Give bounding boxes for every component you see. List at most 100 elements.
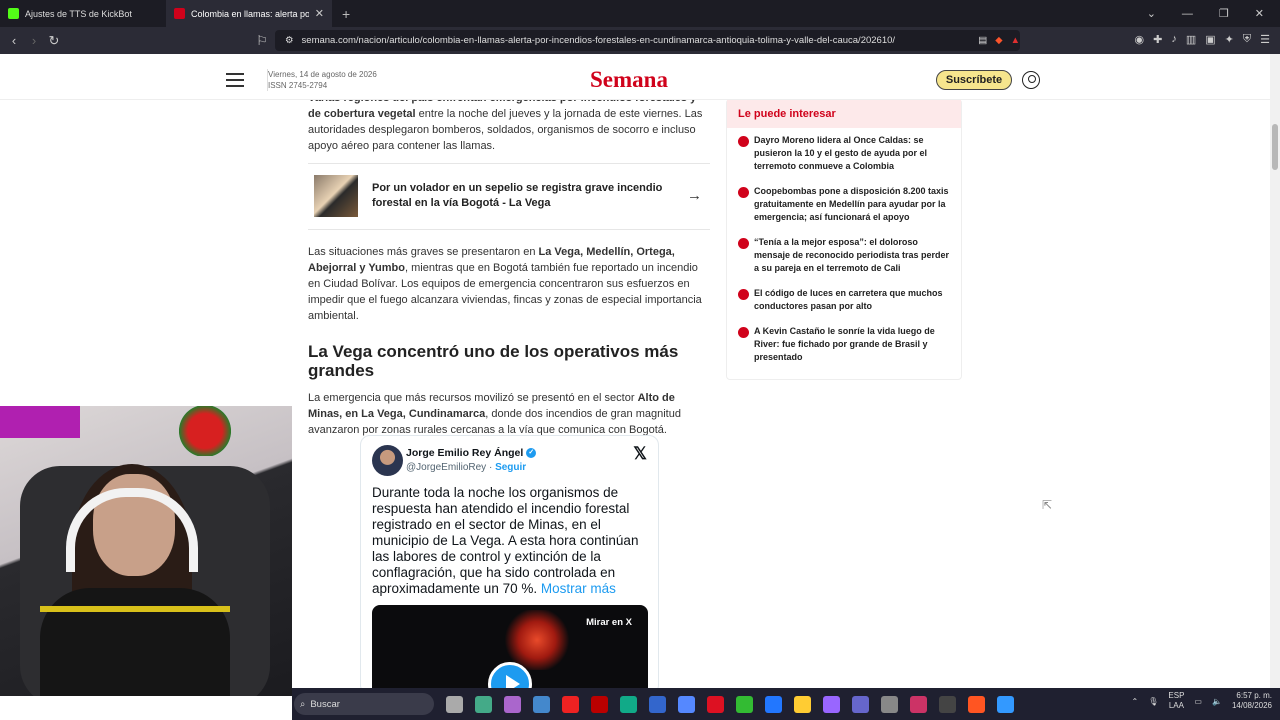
tab-list-icon[interactable]: ⌄	[1147, 7, 1156, 20]
x-logo-icon[interactable]: 𝕏	[633, 444, 647, 464]
bookmark-icon[interactable]: ⚐	[252, 33, 272, 49]
app-icon[interactable]	[475, 695, 492, 713]
store-icon[interactable]	[533, 695, 550, 713]
puzzle-icon[interactable]: ✚	[1153, 33, 1162, 46]
background-poster	[0, 406, 80, 438]
reload-icon[interactable]: ↻	[44, 33, 64, 49]
related-article-thumbnail	[314, 175, 358, 217]
language-indicator[interactable]: ESP LAA	[1168, 691, 1184, 711]
embedded-tweet[interactable]: Jorge Emilio Rey Ángel ✓ @JorgeEmilioRey …	[360, 435, 659, 688]
copilot-icon[interactable]	[504, 695, 521, 713]
chevron-up-icon[interactable]: ⌃	[1132, 697, 1139, 706]
section-heading: La Vega concentró uno de los operativos …	[308, 342, 679, 380]
opera-icon[interactable]	[707, 695, 724, 713]
shirt-stripe	[40, 606, 230, 612]
list-item[interactable]: Dayro Moreno lidera al Once Caldas: se p…	[738, 134, 951, 173]
mic-icon[interactable]: 🎙	[1148, 697, 1158, 706]
vpn-icon[interactable]: ⛨	[1243, 33, 1251, 46]
sidebar-icon[interactable]: ▥	[1186, 33, 1196, 46]
plush-toy	[170, 406, 240, 456]
follow-button[interactable]: Seguir	[495, 462, 526, 473]
kickbot-icon	[8, 8, 19, 19]
discord-icon[interactable]	[678, 695, 695, 713]
window-controls: ⌄ — ❐ ✕	[1147, 0, 1280, 27]
minimize-icon[interactable]: —	[1182, 8, 1193, 20]
site-header: Viernes, 14 de agosto de 2026 ISSN 2745-…	[0, 54, 1270, 100]
menu-icon[interactable]: ☰	[1260, 33, 1270, 46]
netflix-icon[interactable]	[591, 695, 608, 713]
bullet-icon	[738, 136, 749, 147]
active-app-icon[interactable]	[997, 695, 1014, 713]
teams-icon[interactable]	[852, 695, 869, 713]
subscribe-button[interactable]: Suscríbete	[936, 70, 1012, 90]
clock[interactable]: 6:57 p. m. 14/08/2026	[1232, 691, 1272, 711]
wallet-icon[interactable]: ▣	[1205, 33, 1215, 46]
tab-semana[interactable]: Colombia en llamas: alerta por in ✕	[166, 0, 332, 27]
bullet-icon	[738, 238, 749, 249]
capture-icon[interactable]	[881, 695, 898, 713]
file-explorer-icon[interactable]	[794, 695, 811, 713]
scrollbar-thumb[interactable]	[1272, 124, 1278, 170]
recommended-box: Le puede interesar Dayro Moreno lidera a…	[726, 99, 962, 380]
tweet-text: Durante toda la noche los organismos de …	[372, 485, 639, 596]
forward-icon[interactable]: ›	[24, 33, 44, 48]
list-item[interactable]: A Kevin Castaño le sonríe la vida luego …	[738, 325, 951, 364]
network-icon[interactable]: ▭	[1194, 697, 1202, 706]
volume-icon[interactable]: 🔈	[1212, 697, 1222, 706]
hamburger-menu-icon[interactable]	[226, 73, 244, 91]
recommended-list: Dayro Moreno lidera al Once Caldas: se p…	[727, 128, 961, 364]
tweet-handle: @JorgeEmilioRey · Seguir	[406, 462, 527, 473]
arrow-right-icon: →	[687, 187, 702, 204]
tweet-video[interactable]: Mirar en X	[372, 605, 648, 688]
paragraph-3: La emergencia que más recursos movilizó …	[308, 392, 681, 436]
semana-logo[interactable]: Semana	[590, 67, 668, 93]
browser-toolbar: ‹ › ↻ ⚐ ⚙ semana.com/nacion/articulo/col…	[0, 27, 1280, 54]
header-date: Viernes, 14 de agosto de 2026 ISSN 2745-…	[267, 69, 377, 91]
new-tab-icon[interactable]: +	[342, 6, 350, 22]
view-on-x-label[interactable]: Mirar en X	[586, 617, 632, 628]
system-tray: ⌃ 🎙 ESP LAA ▭ 🔈 6:57 p. m. 14/08/2026	[1132, 691, 1272, 711]
obsidian-icon[interactable]	[823, 695, 840, 713]
taskbar-search[interactable]: ⌕ Buscar	[294, 693, 434, 715]
task-view-icon[interactable]	[446, 695, 463, 713]
edge-icon[interactable]	[620, 695, 637, 713]
list-item[interactable]: “Tenía a la mejor esposa”: el doloroso m…	[738, 236, 951, 275]
obs-icon[interactable]	[939, 695, 956, 713]
user-account-icon[interactable]	[1022, 71, 1040, 89]
extension-icon[interactable]: ◉	[1135, 33, 1145, 46]
rewards-icon[interactable]: ▲	[1011, 35, 1020, 46]
recommended-title: Le puede interesar	[727, 100, 961, 128]
show-more-link[interactable]: Mostrar más	[541, 581, 616, 596]
mail-icon[interactable]	[649, 695, 666, 713]
verified-icon: ✓	[526, 448, 537, 459]
close-tab-icon[interactable]: ✕	[315, 7, 324, 20]
brave-icon[interactable]	[968, 695, 985, 713]
address-bar[interactable]: ⚙ semana.com/nacion/articulo/colombia-en…	[275, 30, 1020, 51]
leo-icon[interactable]: ✦	[1225, 33, 1234, 46]
bullet-icon	[738, 327, 749, 338]
webcam-overlay	[0, 406, 292, 696]
music-icon[interactable]: ♪	[1171, 33, 1177, 46]
list-item[interactable]: El código de luces en carretera que much…	[738, 287, 951, 313]
youtube-icon[interactable]	[562, 695, 579, 713]
brave-shields-icon[interactable]: ◆	[995, 35, 1002, 46]
list-item[interactable]: Coopebombas pone a disposición 8.200 tax…	[738, 185, 951, 224]
semana-favicon-icon	[174, 8, 185, 19]
facebook-icon[interactable]	[765, 695, 782, 713]
site-info-icon[interactable]: ⚙	[285, 35, 294, 46]
back-icon[interactable]: ‹	[4, 33, 24, 48]
reader-icon[interactable]: ▤	[978, 35, 987, 46]
chrome-icon[interactable]	[736, 695, 753, 713]
close-window-icon[interactable]: ✕	[1255, 7, 1264, 20]
app-m-icon[interactable]	[910, 695, 927, 713]
related-article-link[interactable]: Por un volador en un sepelio se registra…	[308, 163, 710, 230]
tab-kickbot[interactable]: Ajustes de TTS de KickBot	[0, 0, 166, 27]
bullet-icon	[738, 289, 749, 300]
tweet-author[interactable]: Jorge Emilio Rey Ángel ✓	[406, 447, 537, 459]
fire-image	[502, 610, 572, 670]
restore-icon[interactable]: ❐	[1219, 7, 1229, 20]
article-body: Varias regiones del país enfrentan emerg…	[308, 90, 710, 448]
avatar[interactable]	[372, 445, 403, 476]
search-icon: ⌕	[300, 698, 306, 710]
paragraph-2: Las situaciones más graves se presentaro…	[308, 246, 702, 322]
